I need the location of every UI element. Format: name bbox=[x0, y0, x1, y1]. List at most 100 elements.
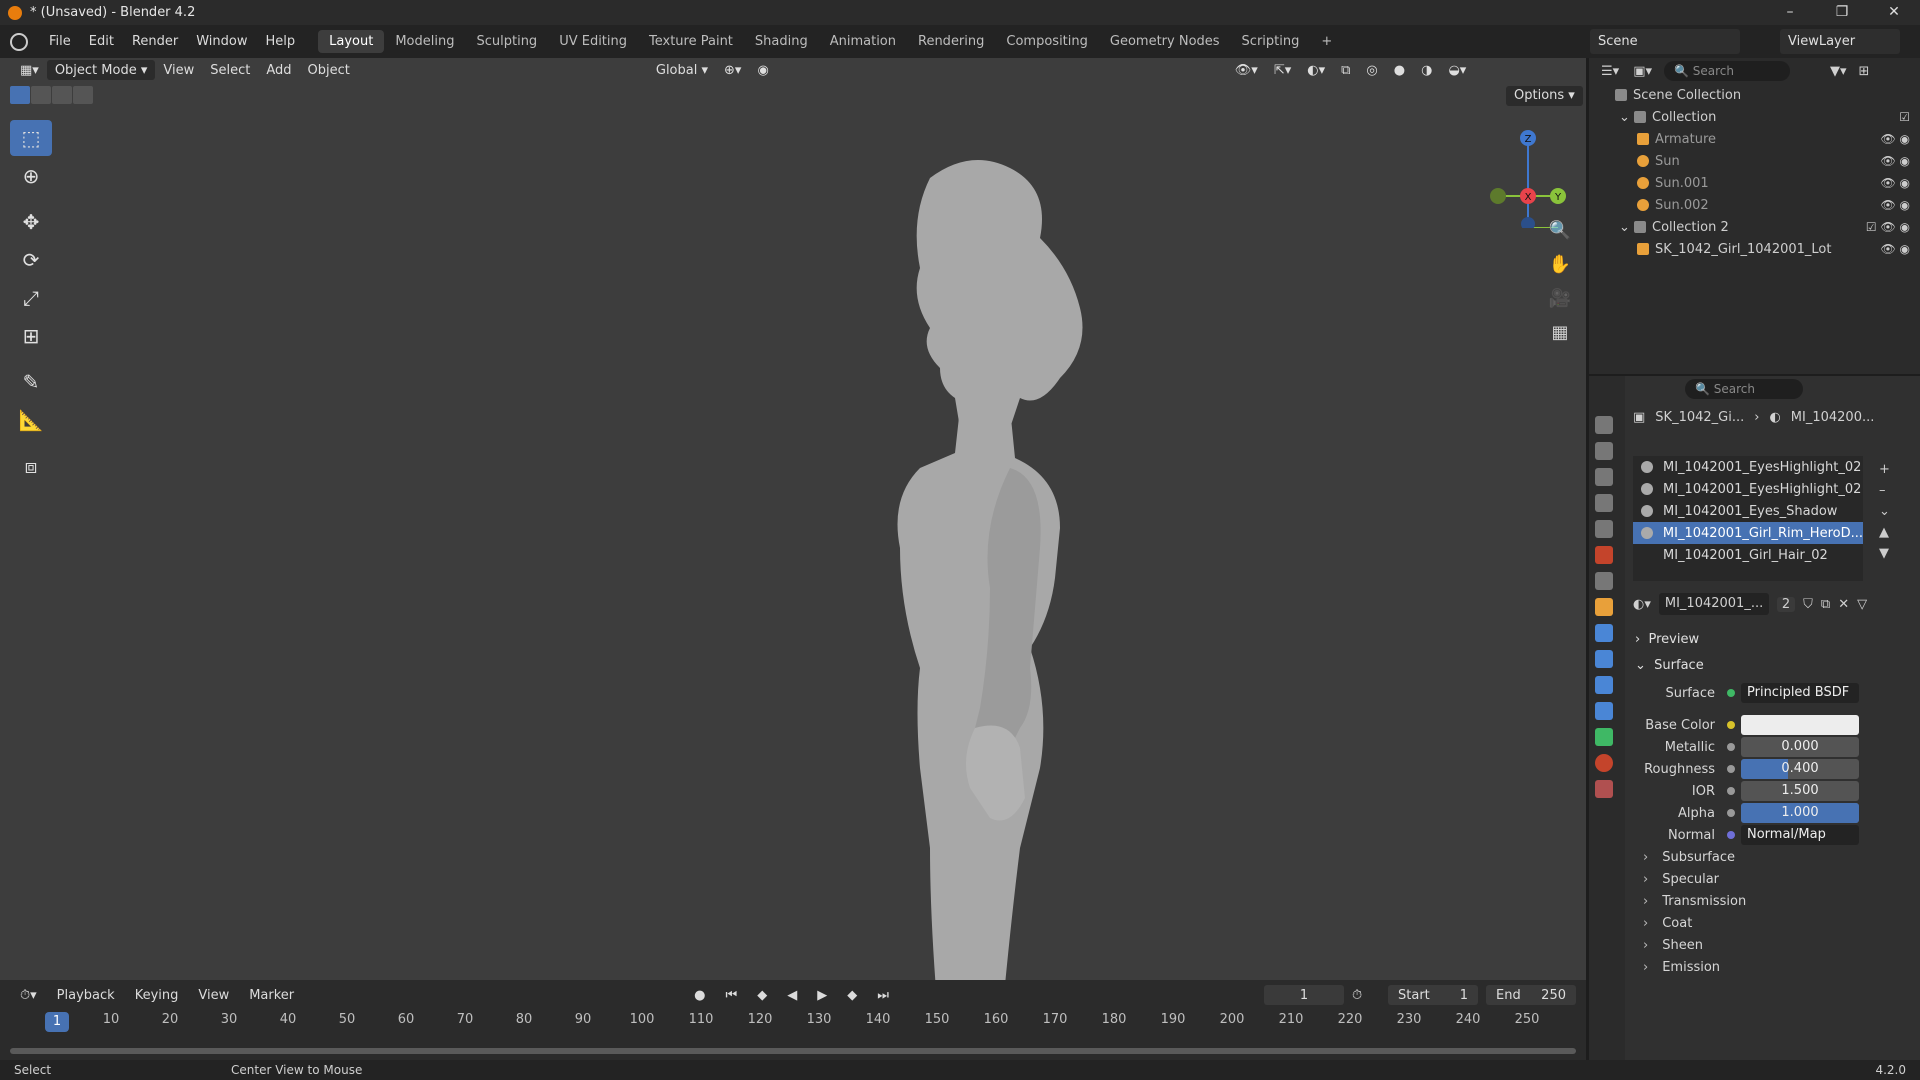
expand-icon[interactable]: ⌄ bbox=[1619, 220, 1634, 235]
marker-menu[interactable]: Marker bbox=[239, 988, 304, 1003]
snap-icon[interactable]: ⊕▾ bbox=[716, 60, 749, 80]
outliner-item-sun-002[interactable]: Sun.002 👁 ◉ bbox=[1589, 194, 1920, 216]
playhead[interactable]: 1 bbox=[45, 1012, 69, 1032]
collection-tab-icon[interactable] bbox=[1595, 572, 1613, 590]
user-count[interactable]: 2 bbox=[1776, 596, 1796, 612]
scale-tool-icon[interactable]: ⤢ bbox=[10, 280, 52, 316]
duplicate-material-icon[interactable]: ⧉ bbox=[1821, 597, 1830, 612]
3d-viewport[interactable]: ▦▾ Object Mode ▾ View Select Add Object … bbox=[0, 58, 1586, 1038]
fake-user-icon[interactable]: ⛉ bbox=[1803, 597, 1813, 612]
menu-edit[interactable]: Edit bbox=[80, 34, 123, 49]
xray-icon[interactable]: ⧉ bbox=[1333, 60, 1358, 80]
add-workspace-button[interactable]: + bbox=[1310, 30, 1343, 53]
rotate-tool-icon[interactable]: ⟳ bbox=[10, 242, 52, 278]
proportional-edit-icon[interactable]: ◉ bbox=[749, 60, 776, 80]
mode-selector[interactable]: Object Mode ▾ bbox=[46, 60, 156, 80]
eye-icon[interactable]: 👁 ◉ bbox=[1880, 132, 1910, 146]
maximize-button[interactable]: ❐ bbox=[1816, 0, 1868, 25]
select-box-tool-icon[interactable]: ⬚ bbox=[10, 120, 52, 156]
shading-solid-icon[interactable]: ● bbox=[1386, 60, 1413, 80]
metallic-slider[interactable]: 0.000 bbox=[1741, 737, 1859, 757]
modifier-tab-icon[interactable] bbox=[1595, 624, 1613, 642]
select-subtract-icon[interactable] bbox=[52, 86, 72, 104]
checkbox-icon[interactable]: ☑ bbox=[1899, 110, 1910, 124]
unlink-material-icon[interactable]: ✕ bbox=[1838, 597, 1849, 612]
tab-geometry-nodes[interactable]: Geometry Nodes bbox=[1099, 30, 1231, 53]
surface-panel-header[interactable]: ⌄ Surface bbox=[1625, 652, 1920, 678]
tab-scripting[interactable]: Scripting bbox=[1231, 30, 1311, 53]
coat-panel[interactable]: Coat bbox=[1625, 912, 1920, 934]
outliner-item-armature[interactable]: Armature 👁 ◉ bbox=[1589, 128, 1920, 150]
character-model[interactable] bbox=[860, 148, 1120, 1038]
filter-icon[interactable]: ▼▾ bbox=[1830, 64, 1847, 79]
ior-field[interactable]: 1.500 bbox=[1741, 781, 1859, 801]
timeline-view-menu[interactable]: View bbox=[188, 988, 239, 1003]
eye-icon[interactable]: 👁 ◉ bbox=[1880, 198, 1910, 212]
transmission-panel[interactable]: Transmission bbox=[1625, 890, 1920, 912]
outliner-item-sun[interactable]: Sun 👁 ◉ bbox=[1589, 150, 1920, 172]
move-down-icon[interactable]: ▼ bbox=[1879, 546, 1890, 561]
material-slot[interactable]: MI_1042001_EyesHighlight_02 bbox=[1633, 478, 1863, 500]
material-browse-icon[interactable]: ◐▾ bbox=[1633, 597, 1651, 612]
material-slot-list[interactable]: MI_1042001_EyesHighlight_02 MI_1042001_E… bbox=[1633, 456, 1863, 581]
close-button[interactable]: ✕ bbox=[1868, 0, 1920, 25]
gizmo-toggle-icon[interactable]: ⇱▾ bbox=[1266, 60, 1299, 80]
outliner-item-sk-girl[interactable]: SK_1042_Girl_1042001_Lot 👁 ◉ bbox=[1589, 238, 1920, 260]
eye-icon[interactable]: 👁 ◉ bbox=[1880, 176, 1910, 190]
eye-icon[interactable]: 👁 ◉ bbox=[1880, 242, 1910, 256]
shading-rendered-icon[interactable]: ◒▾ bbox=[1440, 60, 1474, 80]
frame-ruler[interactable]: 10 20 30 40 50 60 70 80 90 100 110 120 130 140 150 160 1… bbox=[0, 1012, 1586, 1032]
roughness-slider[interactable]: 0.400 bbox=[1741, 759, 1859, 779]
add-menu[interactable]: Add bbox=[258, 60, 299, 80]
view-layer-selector[interactable]: ViewLayer bbox=[1780, 29, 1900, 54]
alpha-slider[interactable]: 1.000 bbox=[1741, 803, 1859, 823]
shading-wireframe-icon[interactable]: ◎ bbox=[1358, 60, 1385, 80]
output-tab-icon[interactable] bbox=[1595, 468, 1613, 486]
normal-field[interactable]: Normal/Map bbox=[1741, 825, 1859, 845]
play-reverse-icon[interactable]: ◀ bbox=[777, 988, 807, 1003]
object-menu[interactable]: Object bbox=[300, 60, 358, 80]
move-up-icon[interactable]: ▲ bbox=[1879, 525, 1890, 540]
remove-slot-button[interactable]: – bbox=[1879, 483, 1890, 498]
material-filter-icon[interactable]: ▽ bbox=[1857, 597, 1867, 612]
add-cube-tool-icon[interactable]: ⧈ bbox=[10, 448, 52, 484]
physics-tab-icon[interactable] bbox=[1595, 676, 1613, 694]
select-extend-icon[interactable] bbox=[31, 86, 51, 104]
annotate-tool-icon[interactable]: ✎ bbox=[10, 364, 52, 400]
start-frame-field[interactable]: Start 1 bbox=[1388, 985, 1478, 1005]
ortho-grid-icon[interactable]: ▦ bbox=[1547, 320, 1573, 346]
next-keyframe-icon[interactable]: ◆ bbox=[837, 988, 867, 1003]
minimize-button[interactable]: – bbox=[1764, 0, 1816, 25]
tool-tab-icon[interactable] bbox=[1595, 416, 1613, 434]
specular-panel[interactable]: Specular bbox=[1625, 868, 1920, 890]
editor-type-icon[interactable]: ▦▾ bbox=[12, 60, 47, 80]
tab-layout[interactable]: Layout bbox=[318, 30, 385, 53]
material-slot-selected[interactable]: MI_1042001_Girl_Rim_HeroD... bbox=[1633, 522, 1863, 544]
new-collection-icon[interactable]: ⊞ bbox=[1859, 64, 1870, 79]
tab-modeling[interactable]: Modeling bbox=[384, 30, 465, 53]
tab-rendering[interactable]: Rendering bbox=[907, 30, 995, 53]
jump-end-icon[interactable]: ⏭ bbox=[867, 988, 899, 1003]
slot-specials-icon[interactable]: ⌄ bbox=[1879, 504, 1890, 519]
select-menu[interactable]: Select bbox=[202, 60, 258, 80]
outliner-search-input[interactable]: 🔍 Search bbox=[1664, 61, 1790, 81]
options-dropdown[interactable]: Options ▾ bbox=[1506, 86, 1583, 106]
view-menu[interactable]: View bbox=[155, 60, 202, 80]
surface-shader-field[interactable]: Principled BSDF bbox=[1741, 683, 1859, 703]
timeline-scrollbar[interactable] bbox=[10, 1048, 1576, 1054]
jump-start-icon[interactable]: ⏮ bbox=[716, 988, 748, 1003]
move-tool-icon[interactable]: ✥ bbox=[10, 204, 52, 240]
texture-tab-icon[interactable] bbox=[1595, 780, 1613, 798]
emission-panel[interactable]: Emission bbox=[1625, 956, 1920, 978]
tab-texture-paint[interactable]: Texture Paint bbox=[638, 30, 744, 53]
tab-shading[interactable]: Shading bbox=[744, 30, 819, 53]
shading-material-icon[interactable]: ◑ bbox=[1413, 60, 1440, 80]
add-slot-button[interactable]: + bbox=[1879, 462, 1890, 477]
view-layer-tab-icon[interactable] bbox=[1595, 494, 1613, 512]
menu-window[interactable]: Window bbox=[187, 34, 256, 49]
blender-menu-icon[interactable] bbox=[10, 32, 28, 51]
eye-icon[interactable]: ☑ 👁 ◉ bbox=[1866, 220, 1910, 234]
measure-tool-icon[interactable]: 📐 bbox=[10, 402, 52, 438]
particles-tab-icon[interactable] bbox=[1595, 650, 1613, 668]
properties-search-input[interactable]: 🔍 Search bbox=[1685, 379, 1803, 399]
